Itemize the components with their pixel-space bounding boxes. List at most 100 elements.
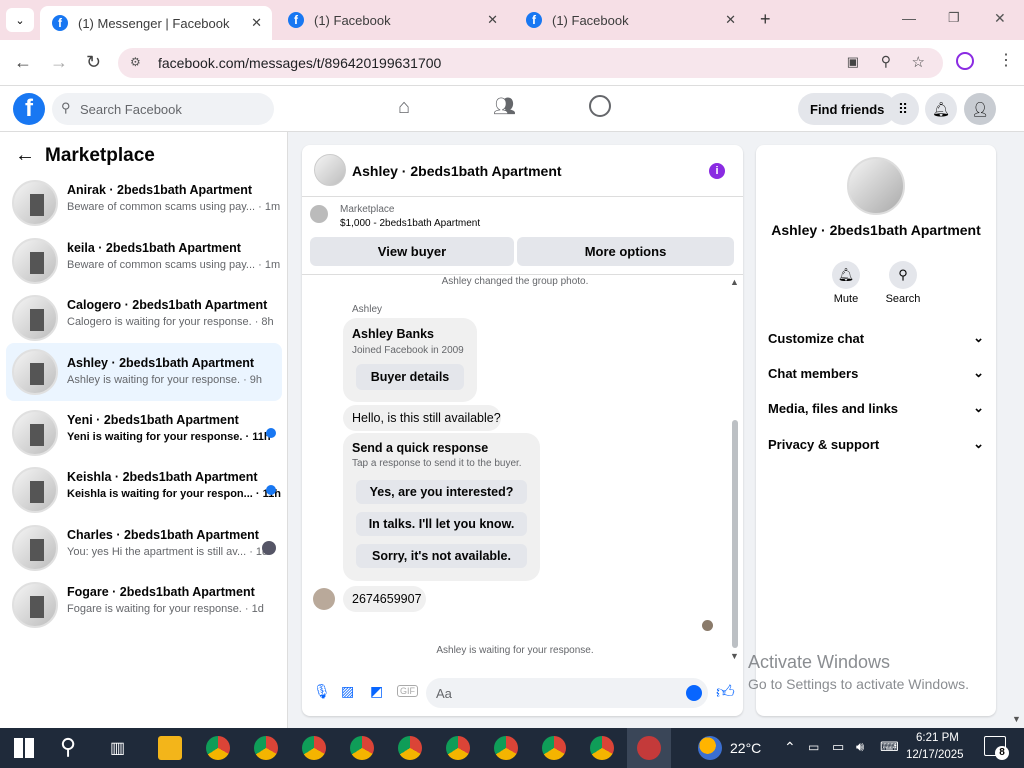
- section-label: Customize chat: [768, 330, 865, 346]
- groups-icon[interactable]: [589, 95, 611, 117]
- app-icon[interactable]: [637, 736, 661, 760]
- mute-button[interactable]: 🔔︎ Mute: [816, 261, 876, 305]
- more-options-button[interactable]: More options: [517, 237, 734, 266]
- install-app-icon[interactable]: ▣: [847, 54, 859, 70]
- restore-icon[interactable]: ❐: [948, 10, 960, 26]
- minimize-icon[interactable]: —: [902, 10, 916, 26]
- close-icon[interactable]: ✕: [487, 12, 498, 28]
- customize-chat-row[interactable]: Customize chat ⌄: [768, 323, 984, 353]
- tab-messenger[interactable]: f (1) Messenger | Facebook ✕: [40, 6, 272, 40]
- chrome-icon[interactable]: [302, 736, 326, 760]
- scroll-up-icon[interactable]: ▲: [730, 277, 739, 287]
- quick-response-option[interactable]: In talks. I'll let you know.: [356, 512, 527, 536]
- bell-icon: 🔔︎: [832, 261, 860, 289]
- gif-icon[interactable]: GIF: [397, 685, 418, 697]
- avatar[interactable]: [314, 154, 346, 186]
- privacy-support-row[interactable]: Privacy & support ⌄: [768, 429, 984, 459]
- close-icon[interactable]: ✕: [251, 15, 262, 31]
- chrome-icon[interactable]: [398, 736, 422, 760]
- conversation-item[interactable]: Keishla · 2beds1bath Apartment Keishla i…: [6, 463, 282, 519]
- network-icon[interactable]: ▭: [832, 739, 844, 755]
- show-hidden-icons-icon[interactable]: ⌃: [784, 739, 796, 756]
- task-view-icon[interactable]: ▥: [110, 738, 125, 758]
- activate-windows-subtext: Go to Settings to activate Windows.: [748, 676, 969, 692]
- conversation-item[interactable]: Fogare · 2beds1bath Apartment Fogare is …: [6, 578, 282, 634]
- conversation-name: Calogero · 2beds1bath Apartment: [67, 298, 268, 312]
- chrome-icon[interactable]: [350, 736, 374, 760]
- site-info-icon[interactable]: ⚙: [130, 55, 141, 69]
- avatar[interactable]: [847, 157, 905, 215]
- facebook-favicon-icon: f: [526, 12, 542, 28]
- conversation-item[interactable]: Anirak · 2beds1bath Apartment Beware of …: [6, 176, 282, 232]
- home-icon[interactable]: ⌂: [398, 96, 410, 119]
- window-close-icon[interactable]: ✕: [994, 10, 1006, 27]
- info-icon[interactable]: i: [709, 163, 725, 179]
- photo-icon[interactable]: ▨: [341, 683, 354, 700]
- account-avatar[interactable]: 👤︎: [964, 93, 996, 125]
- browser-menu-icon[interactable]: ⋮: [998, 50, 1014, 70]
- file-explorer-icon[interactable]: [158, 736, 182, 760]
- tab-facebook-1[interactable]: f (1) Facebook ✕: [276, 0, 508, 40]
- tab-list-dropdown[interactable]: ⌄: [6, 8, 34, 32]
- conversation-preview: Keishla is waiting for your respon... · …: [67, 488, 281, 500]
- chrome-icon[interactable]: [206, 736, 230, 760]
- facebook-header: f ⚲ Search Facebook ⌂ 👥︎ Find friends ⠿ …: [0, 86, 1024, 132]
- view-buyer-button[interactable]: View buyer: [310, 237, 514, 266]
- conversation-name: Ashley · 2beds1bath Apartment: [67, 356, 255, 370]
- sticker-icon[interactable]: ◩: [370, 683, 383, 700]
- find-friends-button[interactable]: Find friends: [798, 93, 897, 125]
- close-icon[interactable]: ✕: [725, 12, 736, 28]
- profile-icon[interactable]: [956, 52, 974, 70]
- conversation-item[interactable]: keila · 2beds1bath Apartment Beware of c…: [6, 234, 282, 290]
- scroll-down-icon[interactable]: ▼: [730, 651, 739, 661]
- menu-grid-icon[interactable]: ⠿: [887, 93, 919, 125]
- facebook-logo-icon[interactable]: f: [13, 93, 45, 125]
- page-scroll-down-icon[interactable]: ▼: [1012, 714, 1021, 724]
- chrome-icon[interactable]: [494, 736, 518, 760]
- clock-date[interactable]: 12/17/2025: [906, 749, 964, 761]
- media-files-links-row[interactable]: Media, files and links ⌄: [768, 393, 984, 423]
- forward-icon[interactable]: →: [50, 52, 68, 73]
- microphone-icon[interactable]: 🎙︎: [313, 683, 331, 700]
- chat-title[interactable]: Ashley · 2beds1bath Apartment: [352, 163, 562, 179]
- back-icon[interactable]: ←: [14, 52, 32, 73]
- reload-icon[interactable]: ↻: [86, 52, 101, 73]
- quick-response-option[interactable]: Sorry, it's not available.: [356, 544, 527, 568]
- keyboard-icon[interactable]: ⌨: [880, 739, 899, 755]
- conversation-item[interactable]: Yeni · 2beds1bath Apartment Yeni is wait…: [6, 406, 282, 462]
- tab-facebook-2[interactable]: f (1) Facebook ✕: [514, 0, 746, 40]
- taskbar-search-icon[interactable]: ⚲: [60, 734, 76, 760]
- new-tab-icon[interactable]: +: [760, 9, 771, 30]
- zoom-icon[interactable]: ⚲: [881, 53, 891, 70]
- chrome-icon[interactable]: [590, 736, 614, 760]
- search-input[interactable]: ⚲ Search Facebook: [52, 93, 274, 125]
- buyer-details-button[interactable]: Buyer details: [356, 364, 464, 390]
- sender-avatar[interactable]: [313, 588, 335, 610]
- like-thumb-icon[interactable]: 👍︎: [716, 681, 735, 703]
- notifications-bell-icon[interactable]: 🔔︎: [925, 93, 957, 125]
- meet-now-icon[interactable]: ▭: [808, 740, 819, 754]
- search-button[interactable]: ⚲ Search: [873, 261, 933, 305]
- chat-members-row[interactable]: Chat members ⌄: [768, 358, 984, 388]
- conversation-item[interactable]: Calogero · 2beds1bath Apartment Calogero…: [6, 291, 282, 347]
- quick-response-option[interactable]: Yes, are you interested?: [356, 480, 527, 504]
- message-input[interactable]: Aa: [426, 678, 708, 708]
- message-thread[interactable]: Ashley changed the group photo. ▲ ▼ Ashl…: [302, 275, 743, 662]
- chrome-icon[interactable]: [254, 736, 278, 760]
- windows-start-icon[interactable]: [14, 738, 34, 758]
- scrollbar-thumb[interactable]: [732, 420, 738, 648]
- chrome-icon[interactable]: [542, 736, 566, 760]
- weather-icon[interactable]: [698, 736, 722, 760]
- back-arrow-icon[interactable]: ←: [15, 144, 35, 167]
- emoji-icon[interactable]: [686, 685, 702, 701]
- bookmark-star-icon[interactable]: ☆: [912, 53, 925, 71]
- url-field[interactable]: ⚙ facebook.com/messages/t/89642019963170…: [118, 48, 943, 78]
- conversation-item[interactable]: Charles · 2beds1bath Apartment You: yes …: [6, 521, 282, 577]
- chrome-icon[interactable]: [446, 736, 470, 760]
- listing-title[interactable]: $1,000 - 2beds1bath Apartment: [340, 218, 480, 229]
- friends-icon[interactable]: 👥︎: [493, 96, 516, 117]
- conversation-item-selected[interactable]: Ashley · 2beds1bath Apartment Ashley is …: [6, 343, 282, 401]
- weather-temperature[interactable]: 22°C: [730, 740, 761, 756]
- volume-icon[interactable]: 🔊︎: [856, 739, 864, 755]
- clock-time[interactable]: 6:21 PM: [916, 732, 959, 744]
